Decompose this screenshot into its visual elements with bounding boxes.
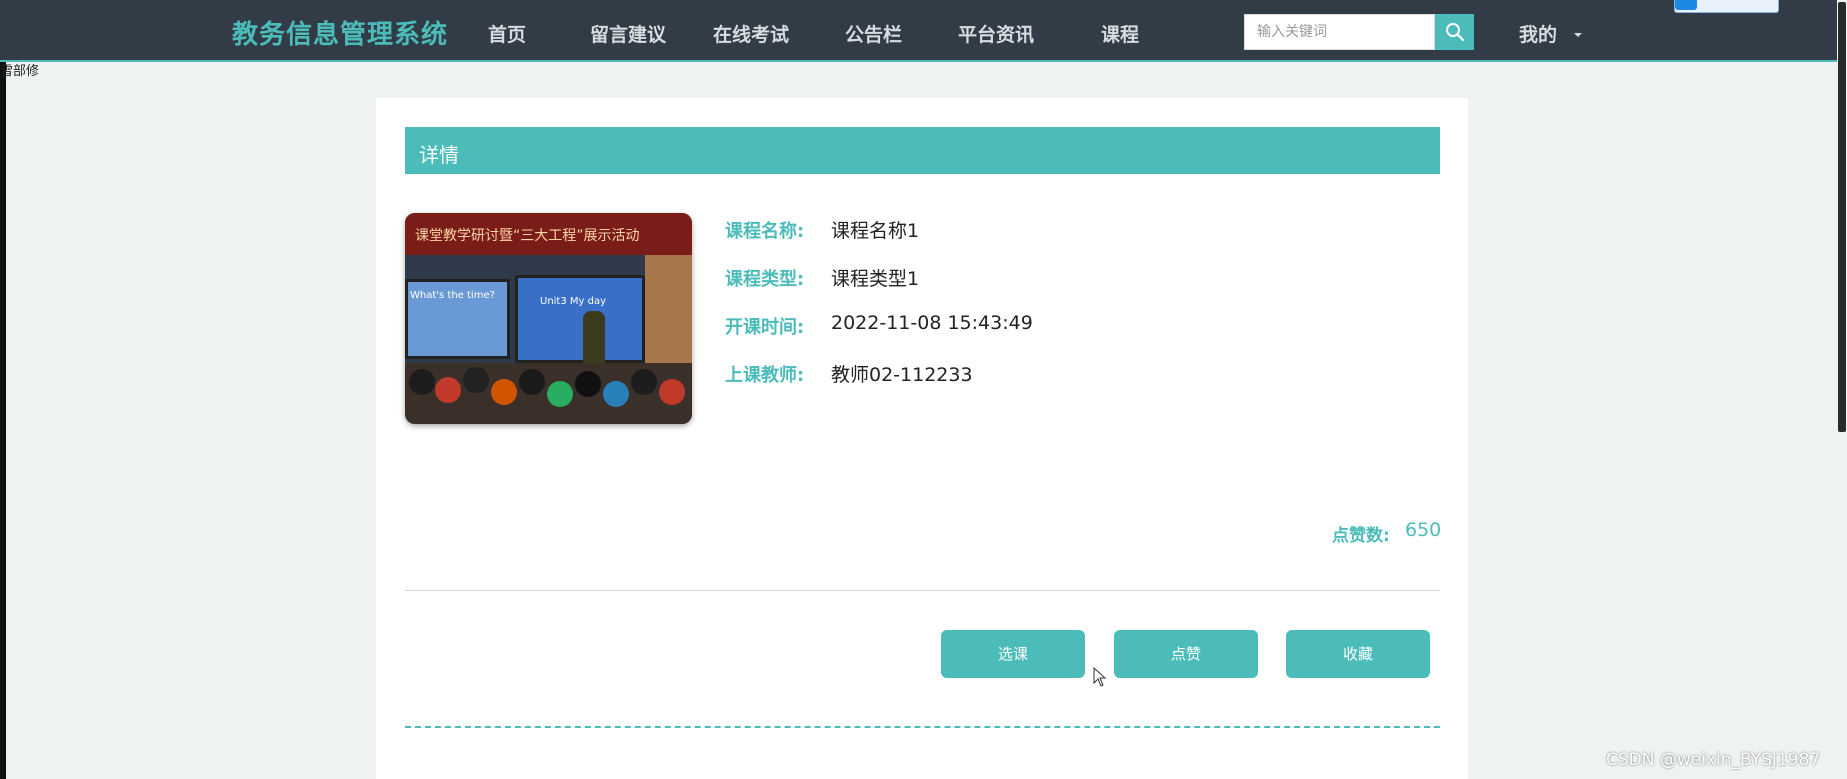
cloud-icon xyxy=(1675,0,1697,10)
top-navbar: 教务信息管理系统 首页 留言建议 在线考试 公告栏 平台资讯 课程 我的 xyxy=(0,0,1837,62)
start-time-value: 2022-11-08 15:43:49 xyxy=(831,312,1033,334)
scrollbar-thumb[interactable] xyxy=(1838,2,1846,432)
csdn-watermark: CSDN @weixin_BYSJ1987 xyxy=(1606,750,1821,770)
course-type-value: 课程类型1 xyxy=(831,268,920,290)
favorite-button[interactable]: 收藏 xyxy=(1286,630,1430,678)
likes-label: 点赞数: xyxy=(1332,526,1390,546)
course-type-label: 课程类型: xyxy=(725,269,805,290)
edge-text: 雪部修 xyxy=(0,64,40,79)
nav-online-exam[interactable]: 在线考试 xyxy=(713,20,789,47)
page: 雪部修 教务信息管理系统 首页 留言建议 在线考试 公告栏 平台资讯 课程 我的… xyxy=(0,0,1847,779)
like-button[interactable]: 点赞 xyxy=(1114,630,1258,678)
likes-count: 650 xyxy=(1405,519,1442,541)
teacher-value: 教师02-112233 xyxy=(831,364,973,386)
mouse-cursor-icon xyxy=(1093,667,1107,687)
user-menu[interactable]: 我的 xyxy=(1519,20,1557,47)
search-input[interactable] xyxy=(1244,14,1435,50)
enroll-button[interactable]: 选课 xyxy=(941,630,1085,678)
section-divider xyxy=(405,590,1440,591)
nav-courses[interactable]: 课程 xyxy=(1101,20,1139,47)
image-wall xyxy=(645,255,692,365)
search-icon xyxy=(1446,23,1465,42)
image-students xyxy=(405,363,692,424)
left-edge-strip xyxy=(0,0,6,779)
nav-feedback[interactable]: 留言建议 xyxy=(590,20,666,47)
nav-bulletin[interactable]: 公告栏 xyxy=(845,20,902,47)
detail-title: 详情 xyxy=(419,143,459,167)
image-right-screen-text: Unit3 My day xyxy=(540,296,607,307)
teacher-label: 上课教师: xyxy=(725,365,805,386)
detail-header-bar: 详情 xyxy=(405,127,1440,174)
image-left-screen: What's the time? xyxy=(405,279,510,359)
course-name-label: 课程名称: xyxy=(725,221,805,242)
nav-home[interactable]: 首页 xyxy=(488,20,526,47)
image-banner: 课堂教学研讨暨“三大工程”展示活动 xyxy=(405,213,692,255)
start-time-label: 开课时间: xyxy=(725,317,805,338)
chevron-down-icon[interactable] xyxy=(1574,33,1582,37)
scrollbar-track[interactable] xyxy=(1837,0,1847,779)
course-image: 课堂教学研讨暨“三大工程”展示活动 What's the time? Unit3… xyxy=(405,213,692,424)
image-right-screen: Unit3 My day xyxy=(515,275,645,363)
site-brand[interactable]: 教务信息管理系统 xyxy=(232,14,448,51)
course-name-value: 课程名称1 xyxy=(831,220,920,242)
dashed-divider xyxy=(405,726,1440,728)
image-left-screen-text: What's the time? xyxy=(410,290,495,301)
image-banner-text: 课堂教学研讨暨“三大工程”展示活动 xyxy=(415,228,640,244)
nav-platform-news[interactable]: 平台资讯 xyxy=(958,20,1034,47)
search-button[interactable] xyxy=(1435,14,1474,50)
